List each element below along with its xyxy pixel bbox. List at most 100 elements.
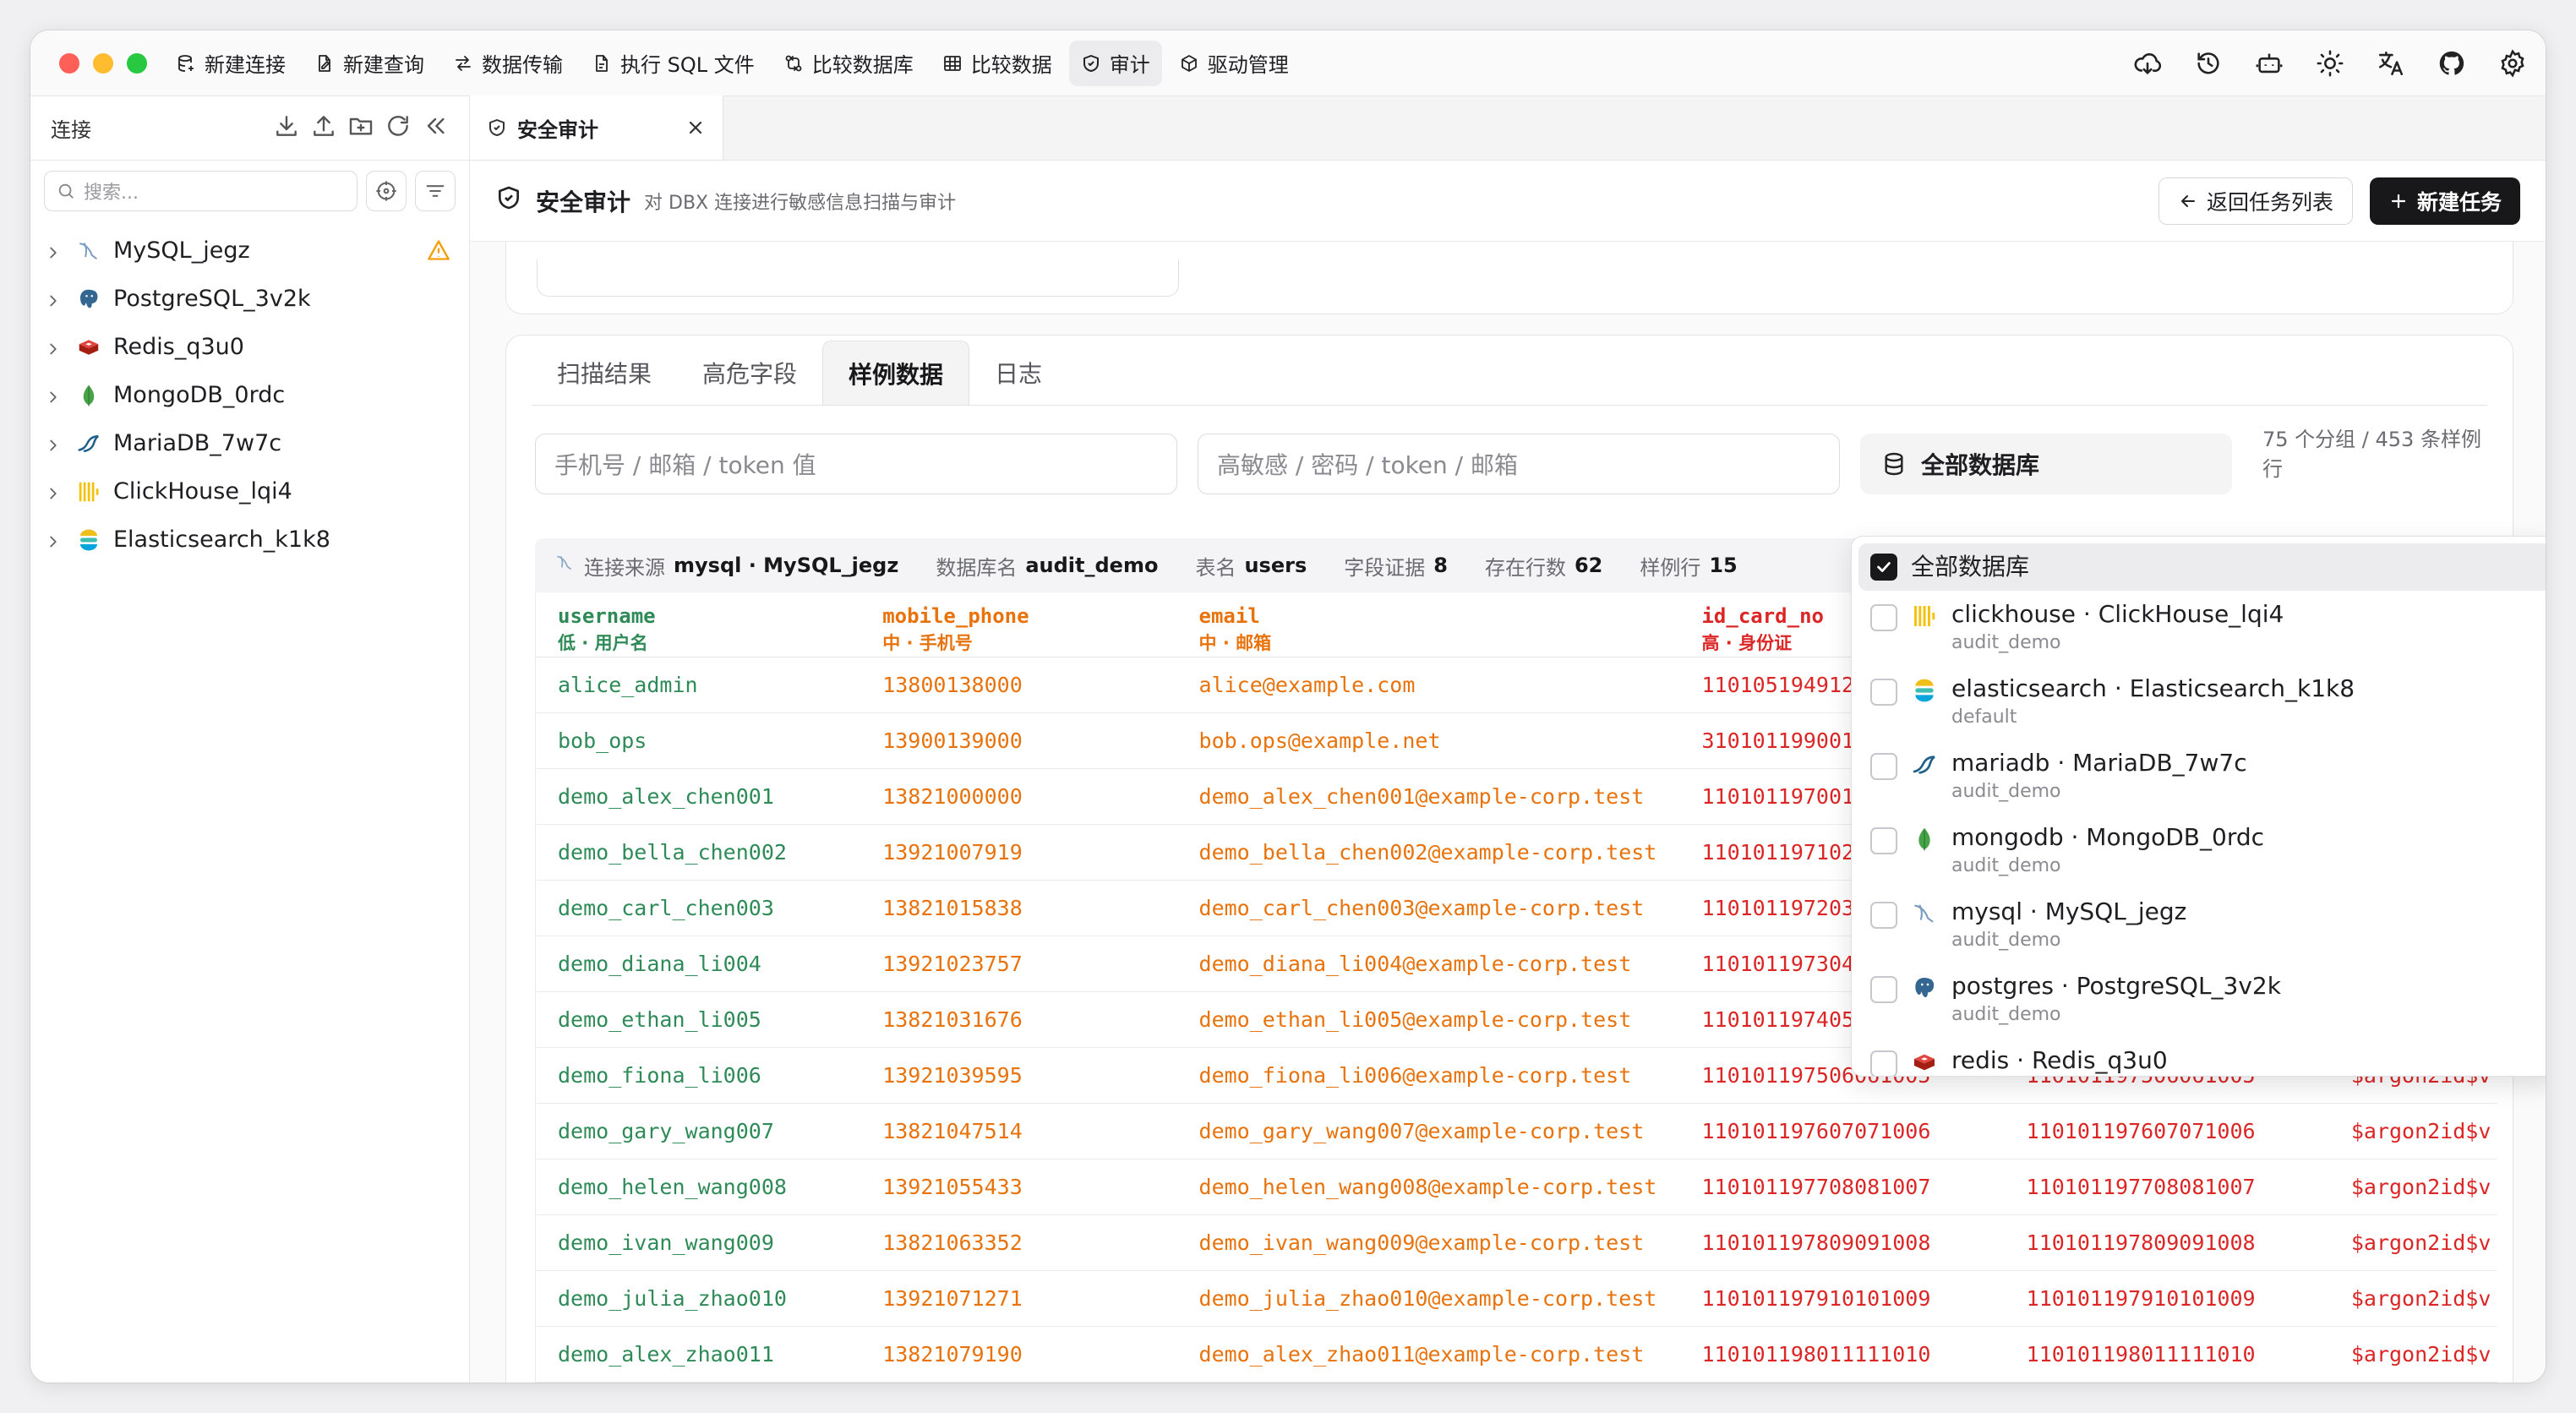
chevron-right-icon[interactable] bbox=[44, 338, 63, 357]
table-cell[interactable]: 13821015838 bbox=[860, 880, 1177, 936]
toolbar-item-1[interactable]: 新建查询 bbox=[303, 41, 436, 86]
table-cell[interactable]: alice_admin bbox=[536, 657, 861, 713]
connection-item[interactable]: ClickHouse_lqi4 bbox=[30, 467, 469, 516]
table-cell[interactable]: 13821063352 bbox=[860, 1214, 1177, 1271]
toolbar-item-3[interactable]: 执行 SQL 文件 bbox=[580, 41, 767, 86]
toolbar-item-4[interactable]: 比较数据库 bbox=[772, 41, 925, 86]
table-cell[interactable]: demo_diana_li004 bbox=[536, 936, 861, 992]
table-cell[interactable]: 13921039595 bbox=[860, 1047, 1177, 1104]
table-cell[interactable]: 13921023757 bbox=[860, 936, 1177, 992]
table-cell[interactable]: demo_alex_zhao011 bbox=[536, 1326, 861, 1383]
option-checkbox[interactable] bbox=[1870, 976, 1897, 1003]
database-option[interactable]: redis · Redis_q3u0 bbox=[1858, 1042, 2546, 1076]
category-search-input[interactable]: 高敏感 / 密码 / token / 邮箱 bbox=[1198, 434, 1840, 494]
table-cell[interactable]: 13821079190 bbox=[860, 1326, 1177, 1383]
connection-item[interactable]: Redis_q3u0 bbox=[30, 323, 469, 371]
table-cell[interactable]: demo_carl_chen003@example-corp.test bbox=[1176, 880, 1680, 936]
tab-security-audit[interactable]: 安全审计 bbox=[470, 95, 723, 160]
export-icon[interactable] bbox=[310, 112, 337, 145]
database-option[interactable]: postgres · PostgreSQL_3v2k audit_demo bbox=[1858, 968, 2546, 1042]
value-search-input[interactable]: 手机号 / 邮箱 / token 值 bbox=[535, 434, 1177, 494]
table-cell[interactable]: demo_ethan_li005@example-corp.test bbox=[1176, 991, 1680, 1048]
table-cell[interactable]: 13800138000 bbox=[860, 657, 1177, 713]
settings-icon[interactable] bbox=[2498, 49, 2527, 78]
database-select[interactable]: 全部数据库 bbox=[1860, 434, 2232, 494]
import-icon[interactable] bbox=[273, 112, 300, 145]
table-cell[interactable]: bob_ops bbox=[536, 712, 861, 769]
translate-icon[interactable] bbox=[2377, 49, 2405, 78]
table-cell[interactable]: demo_diana_li004@example-corp.test bbox=[1176, 936, 1680, 992]
table-row[interactable]: demo_alex_zhao011 13821079190 demo_alex_zh… bbox=[536, 1326, 2497, 1383]
table-cell[interactable]: 13921055433 bbox=[860, 1159, 1177, 1215]
table-row[interactable]: demo_gary_wang007 13821047514 demo_gary_wa… bbox=[536, 1103, 2497, 1159]
option-checkbox[interactable] bbox=[1870, 753, 1897, 780]
toolbar-item-5[interactable]: 比较数据 bbox=[931, 41, 1064, 86]
table-cell[interactable]: demo_alex_chen001@example-corp.test bbox=[1176, 768, 1680, 825]
table-cell[interactable]: 13900139000 bbox=[860, 712, 1177, 769]
table-cell[interactable]: demo_alex_zhao011@example-corp.test bbox=[1176, 1326, 1680, 1383]
connection-item[interactable]: MariaDB_7w7c bbox=[30, 419, 469, 467]
database-option[interactable]: mongodb · MongoDB_0rdc audit_demo bbox=[1858, 819, 2546, 893]
database-option[interactable]: clickhouse · ClickHouse_lqi4 audit_demo bbox=[1858, 596, 2546, 670]
table-cell[interactable]: demo_gary_wang007@example-corp.test bbox=[1176, 1103, 1680, 1159]
table-cell[interactable]: $argon2id$v bbox=[2328, 1159, 2497, 1215]
table-cell[interactable]: 13921071271 bbox=[860, 1270, 1177, 1327]
robot-icon[interactable] bbox=[2255, 49, 2284, 78]
chevron-right-icon[interactable] bbox=[44, 483, 63, 501]
table-cell[interactable]: demo_alex_chen001 bbox=[536, 768, 861, 825]
sun-icon[interactable] bbox=[2316, 49, 2344, 78]
table-cell[interactable]: bob.ops@example.net bbox=[1176, 712, 1680, 769]
chevron-right-icon[interactable] bbox=[44, 386, 63, 405]
column-header[interactable]: mobile_phone 中 · 手机号 bbox=[860, 592, 1177, 657]
database-option[interactable]: 全部数据库 bbox=[1858, 543, 2546, 591]
table-cell[interactable]: 13821000000 bbox=[860, 768, 1177, 825]
toolbar-item-7[interactable]: 驱动管理 bbox=[1167, 41, 1301, 86]
refresh-icon[interactable] bbox=[385, 112, 412, 145]
table-cell[interactable]: 110101197708081007 bbox=[1679, 1159, 2005, 1215]
option-checkbox[interactable] bbox=[1870, 679, 1897, 706]
subtab-3[interactable]: 日志 bbox=[969, 341, 1067, 405]
table-cell[interactable]: 110101198011111010 bbox=[1679, 1326, 2005, 1383]
option-checkbox[interactable] bbox=[1870, 554, 1897, 581]
table-cell[interactable]: $argon2id$v bbox=[2328, 1270, 2497, 1327]
connection-item[interactable]: PostgreSQL_3v2k bbox=[30, 275, 469, 323]
table-cell[interactable]: 13921007919 bbox=[860, 824, 1177, 881]
subtab-0[interactable]: 扫描结果 bbox=[532, 341, 677, 405]
table-cell[interactable]: demo_julia_zhao010 bbox=[536, 1270, 861, 1327]
table-cell[interactable]: demo_gary_wang007 bbox=[536, 1103, 861, 1159]
table-cell[interactable]: 13821031676 bbox=[860, 991, 1177, 1048]
minimize-window-button[interactable] bbox=[93, 52, 113, 74]
sidebar-search-input[interactable]: 搜索... bbox=[44, 171, 357, 211]
table-cell[interactable]: demo_carl_chen003 bbox=[536, 880, 861, 936]
table-cell[interactable]: 13821047514 bbox=[860, 1103, 1177, 1159]
column-header[interactable]: email 中 · 邮箱 bbox=[1176, 592, 1680, 657]
table-cell[interactable]: 110101197607071006 bbox=[2004, 1103, 2329, 1159]
toolbar-item-2[interactable]: 数据传输 bbox=[441, 41, 575, 86]
table-cell[interactable]: 110101197607071006 bbox=[1679, 1103, 2005, 1159]
table-row[interactable]: demo_helen_wang008 13921055433 demo_helen_… bbox=[536, 1159, 2497, 1215]
github-icon[interactable] bbox=[2437, 49, 2466, 78]
column-header[interactable]: username 低 · 用户名 bbox=[536, 592, 861, 657]
table-cell[interactable]: $argon2id$v bbox=[2328, 1326, 2497, 1383]
database-option[interactable]: mysql · MySQL_jegz audit_demo bbox=[1858, 893, 2546, 968]
option-checkbox[interactable] bbox=[1870, 1050, 1897, 1076]
database-option[interactable]: elasticsearch · Elasticsearch_k1k8 defaul… bbox=[1858, 670, 2546, 745]
table-cell[interactable]: demo_bella_chen002 bbox=[536, 824, 861, 881]
table-cell[interactable]: demo_ivan_wang009@example-corp.test bbox=[1176, 1214, 1680, 1271]
table-cell[interactable]: $argon2id$v bbox=[2328, 1103, 2497, 1159]
table-cell[interactable]: demo_ivan_wang009 bbox=[536, 1214, 861, 1271]
table-cell[interactable]: demo_helen_wang008@example-corp.test bbox=[1176, 1159, 1680, 1215]
chevron-right-icon[interactable] bbox=[44, 434, 63, 453]
subtab-1[interactable]: 高危字段 bbox=[677, 341, 822, 405]
connection-item[interactable]: Elasticsearch_k1k8 bbox=[30, 516, 469, 564]
close-icon[interactable] bbox=[685, 117, 706, 138]
option-checkbox[interactable] bbox=[1870, 827, 1897, 854]
table-cell[interactable]: demo_bella_chen002@example-corp.test bbox=[1176, 824, 1680, 881]
chevron-right-icon[interactable] bbox=[44, 531, 63, 549]
table-cell[interactable]: 110101197809091008 bbox=[2004, 1214, 2329, 1271]
table-cell[interactable]: 110101197910101009 bbox=[1679, 1270, 2005, 1327]
subtab-2[interactable]: 样例数据 bbox=[822, 341, 970, 405]
cloud-sync-icon[interactable] bbox=[2133, 49, 2162, 78]
table-cell[interactable]: demo_helen_wang008 bbox=[536, 1159, 861, 1215]
collapse-sidebar-icon[interactable] bbox=[422, 112, 449, 145]
